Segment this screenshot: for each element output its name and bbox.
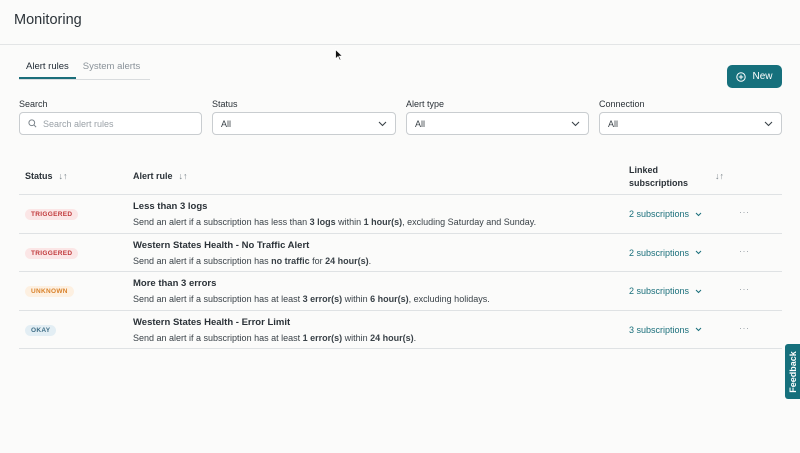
linked-subscriptions-count: 3 subscriptions (629, 324, 690, 335)
top-bar: Monitoring (0, 0, 800, 45)
linked-subscriptions-count: 2 subscriptions (629, 247, 690, 258)
alert-rule-description: Send an alert if a subscription has no t… (133, 255, 372, 266)
alert-rule-name: Less than 3 logs (133, 201, 208, 212)
feedback-label: Feedback (787, 350, 798, 393)
alert-rules-table: Status ↓↑ Alert rule ↓↑ Linked subscript… (19, 157, 782, 349)
chevron-down-icon (695, 212, 702, 216)
linked-subscriptions-count: 2 subscriptions (629, 209, 690, 219)
tab-bar: Alert rules System alerts (19, 58, 150, 80)
column-header-status[interactable]: Status ↓↑ (25, 171, 68, 181)
status-badge: OKAY (25, 324, 57, 336)
status-filter: Status All (212, 99, 396, 135)
connection-select-value: All (608, 118, 619, 129)
column-header-linked-label: Linked subscriptions (629, 164, 688, 190)
column-header-linked-line1: Linked (629, 165, 659, 175)
status-badge: TRIGGERED (25, 247, 79, 259)
column-header-linked-line2: subscriptions (629, 178, 689, 188)
connection-select[interactable]: All (599, 112, 782, 135)
more-options-icon[interactable]: ··· (739, 207, 750, 217)
table-row[interactable]: TRIGGERED Less than 3 logs Send an alert… (19, 195, 782, 234)
new-button-label: New (752, 71, 773, 82)
chevron-down-icon (571, 121, 580, 126)
column-header-alert-rule-label: Alert rule (133, 171, 173, 181)
alert-type-select[interactable]: All (406, 112, 589, 135)
sort-icon: ↓↑ (58, 171, 68, 181)
status-label: Status (212, 99, 238, 109)
alert-rule-name: Western States Health - Error Limit (133, 316, 291, 328)
search-icon (28, 119, 37, 128)
column-header-alert-rule[interactable]: Alert rule ↓↑ (133, 171, 188, 181)
alert-rule-name: More than 3 errors (133, 278, 217, 289)
alert-rule-description: Send an alert if a subscription has at l… (133, 294, 490, 304)
page-title: Monitoring (14, 12, 82, 28)
column-header-status-label: Status (25, 171, 53, 181)
more-options-icon[interactable]: ··· (739, 323, 750, 333)
linked-subscriptions-count: 2 subscriptions (629, 286, 690, 296)
new-button[interactable]: New (727, 65, 782, 88)
status-select[interactable]: All (212, 112, 396, 135)
status-badge: UNKNOWN (25, 286, 74, 297)
search-label: Search (19, 99, 48, 109)
tab-alert-rules[interactable]: Alert rules (19, 58, 76, 79)
chevron-down-icon (695, 289, 702, 293)
search-input[interactable]: Search alert rules (19, 112, 202, 135)
connection-filter: Connection All (599, 99, 782, 135)
connection-label: Connection (599, 99, 645, 109)
linked-subscriptions-toggle[interactable]: 2 subscriptions (629, 286, 702, 296)
table-header: Status ↓↑ Alert rule ↓↑ Linked subscript… (19, 157, 782, 195)
chevron-down-icon (378, 121, 387, 126)
alert-rule-description: Send an alert if a subscription has less… (133, 217, 537, 227)
feedback-tab[interactable]: Feedback (785, 344, 800, 399)
sort-icon: ↓↑ (178, 171, 188, 181)
plus-circle-icon (736, 71, 747, 82)
table-row[interactable]: UNKNOWN More than 3 errors Send an alert… (19, 272, 782, 311)
linked-subscriptions-toggle[interactable]: 2 subscriptions (629, 248, 702, 258)
status-select-value: All (221, 118, 232, 129)
column-header-linked-subscriptions[interactable]: Linked subscriptions (629, 164, 688, 190)
table-row[interactable]: OKAY Western States Health - Error Limit… (19, 311, 782, 349)
alert-rule-description: Send an alert if a subscription has at l… (133, 332, 417, 343)
more-options-icon[interactable]: ··· (739, 284, 750, 294)
more-options-icon[interactable]: ··· (739, 246, 750, 256)
mouse-cursor-icon (335, 49, 343, 61)
linked-subscriptions-toggle[interactable]: 3 subscriptions (629, 325, 702, 335)
alert-type-select-value: All (415, 118, 426, 129)
status-badge: TRIGGERED (25, 209, 79, 220)
chevron-down-icon (764, 121, 773, 126)
table-row[interactable]: TRIGGERED Western States Health - No Tra… (19, 234, 782, 272)
alert-type-label: Alert type (406, 99, 445, 109)
tab-system-alerts[interactable]: System alerts (76, 58, 148, 79)
search-filter: Search Search alert rules (19, 99, 202, 135)
linked-subscriptions-toggle[interactable]: 2 subscriptions (629, 209, 702, 219)
chevron-down-icon (695, 250, 702, 255)
search-placeholder: Search alert rules (43, 118, 114, 129)
sort-icon[interactable]: ↓↑ (715, 171, 724, 181)
alert-rule-name: Western States Health - No Traffic Alert (133, 239, 310, 251)
chevron-down-icon (695, 327, 702, 332)
alert-type-filter: Alert type All (406, 99, 589, 135)
